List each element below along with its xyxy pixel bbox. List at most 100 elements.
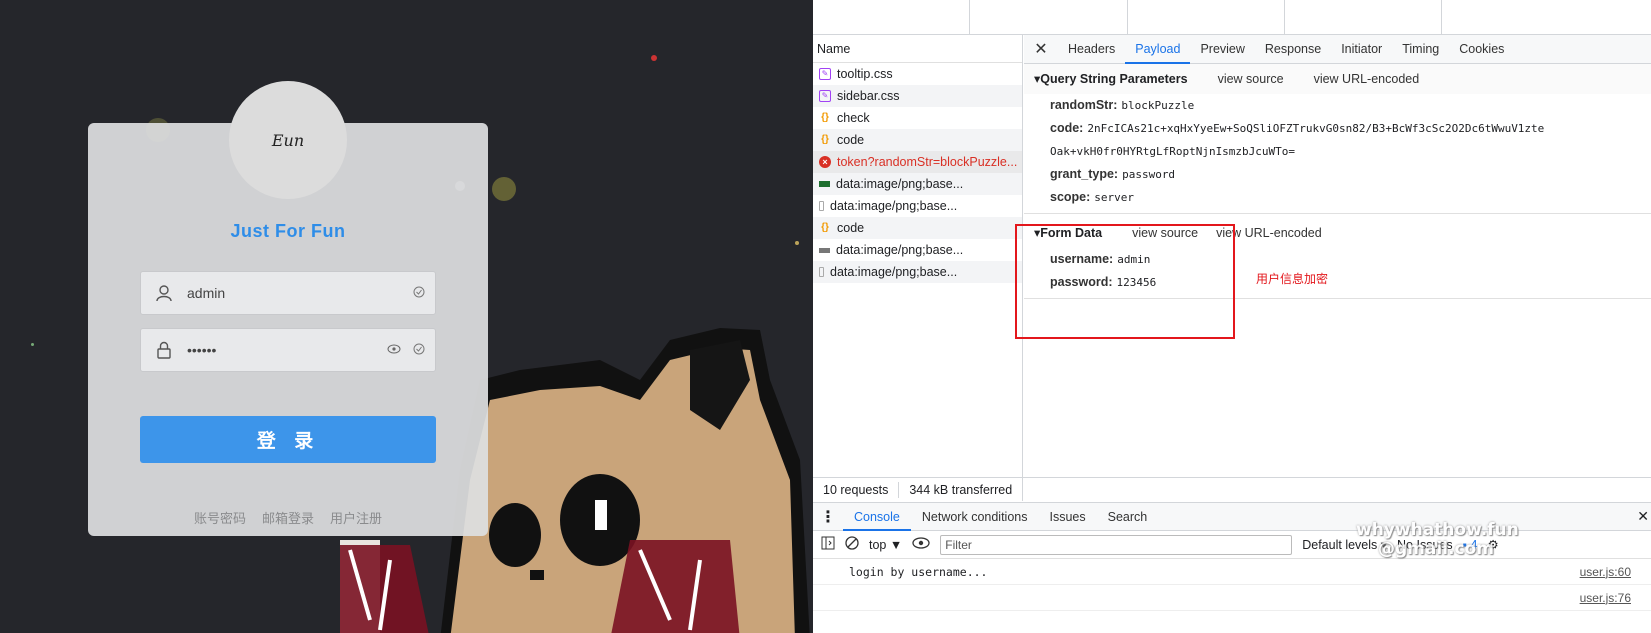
username-field[interactable]: admin: [140, 271, 436, 315]
tab-response[interactable]: Response: [1255, 35, 1331, 64]
timeline-divider: [1127, 0, 1128, 34]
request-name: code: [837, 221, 865, 235]
request-row[interactable]: ✎ sidebar.css: [813, 85, 1022, 107]
param-key: randomStr:: [1050, 98, 1118, 112]
request-name: data:image/png;base...: [836, 243, 964, 257]
source-link[interactable]: user.js:76: [1580, 591, 1631, 605]
more-menu-icon[interactable]: ⋮: [813, 507, 843, 527]
link-account-password[interactable]: 账号密码: [194, 508, 246, 527]
param-row: randomStr: blockPuzzle: [1024, 94, 1651, 117]
tab-console[interactable]: Console: [843, 503, 911, 531]
source-link[interactable]: user.js:60: [1580, 565, 1631, 579]
param-key: code:: [1050, 121, 1084, 135]
view-source-link[interactable]: view source: [1218, 64, 1284, 94]
tab-cookies[interactable]: Cookies: [1449, 35, 1514, 64]
timeline-divider: [969, 0, 970, 34]
param-row: grant_type: password: [1024, 163, 1651, 186]
bokeh-light: [492, 177, 516, 201]
brand-title: Just For Fun: [230, 221, 346, 241]
console-drawer: ⋮ Console Network conditions Issues Sear…: [813, 502, 1651, 633]
username-value[interactable]: admin: [187, 285, 413, 301]
login-button[interactable]: 登 录: [140, 416, 436, 463]
tab-headers[interactable]: Headers: [1058, 35, 1125, 64]
network-overview-timeline[interactable]: [813, 0, 1651, 35]
script-file-icon: {}: [821, 134, 829, 145]
close-drawer-icon[interactable]: ✕: [1637, 508, 1649, 525]
watermark-line: @gmail.com: [1378, 539, 1494, 559]
bokeh-light: [795, 241, 799, 245]
error-icon: ×: [819, 156, 831, 168]
console-message: login by username... user.js:60: [813, 559, 1651, 585]
timeline-divider: [1441, 0, 1442, 34]
param-value: Oak+vkH0fr0HYRtgLfRoptNjnIsmzbJcuWTo=: [1050, 145, 1296, 158]
request-row[interactable]: {} code: [813, 129, 1022, 151]
tab-initiator[interactable]: Initiator: [1331, 35, 1392, 64]
tab-network-conditions[interactable]: Network conditions: [911, 503, 1039, 531]
query-params-header[interactable]: ▾Query String Parameters view source vie…: [1024, 64, 1651, 94]
request-name: data:image/png;base...: [830, 265, 958, 279]
console-message: user.js:76: [813, 585, 1651, 611]
console-message-text: login by username...: [849, 564, 988, 579]
close-icon[interactable]: ✕: [1024, 39, 1058, 59]
request-name: tooltip.css: [837, 67, 893, 81]
request-row[interactable]: data:image/png;base...: [813, 261, 1022, 283]
column-header-name[interactable]: Name: [813, 35, 1022, 63]
transferred-size: 344 kB transferred: [909, 482, 1013, 497]
view-url-encoded-link[interactable]: view URL-encoded: [1314, 64, 1420, 94]
eye-icon[interactable]: [387, 343, 401, 358]
request-row[interactable]: data:image/png;base...: [813, 173, 1022, 195]
request-row[interactable]: data:image/png;base...: [813, 239, 1022, 261]
filter-input[interactable]: Filter: [940, 534, 1293, 555]
watermark-line: whywhathow.fun: [1356, 520, 1519, 540]
link-email-login[interactable]: 邮箱登录: [262, 508, 314, 527]
param-value: 2nFcICAs21c+xqHxYyeEw+SoQSliOFZTrukvG0sn…: [1087, 122, 1545, 135]
request-name: data:image/png;base...: [830, 199, 958, 213]
sidebar-toggle-icon[interactable]: [821, 536, 835, 553]
tab-payload[interactable]: Payload: [1125, 35, 1191, 64]
image-file-icon: [819, 267, 824, 277]
param-row: Oak+vkH0fr0HYRtgLfRoptNjnIsmzbJcuWTo=: [1024, 140, 1651, 163]
request-name: code: [837, 133, 865, 147]
timeline-divider: [1284, 0, 1285, 34]
request-row[interactable]: {} code: [813, 217, 1022, 239]
highlight-box: [1015, 224, 1235, 339]
tab-timing[interactable]: Timing: [1392, 35, 1449, 64]
network-summary: 10 requests 344 kB transferred: [813, 477, 1651, 501]
watermark: whywhathow.fun @gmail.com: [1356, 521, 1519, 559]
valid-check-icon: [413, 286, 425, 301]
clear-console-icon[interactable]: [845, 536, 859, 553]
param-row: scope: server: [1024, 186, 1651, 209]
request-row[interactable]: data:image/png;base...: [813, 195, 1022, 217]
section-divider: [1024, 213, 1651, 214]
tab-issues[interactable]: Issues: [1038, 503, 1096, 531]
annotation-text: 用户信息加密: [1256, 272, 1329, 286]
logo-avatar: Eun: [229, 81, 347, 199]
password-field[interactable]: ••••••: [140, 328, 436, 372]
request-name: sidebar.css: [837, 89, 900, 103]
valid-check-icon: [413, 343, 425, 358]
param-key: grant_type:: [1050, 167, 1119, 181]
css-file-icon: ✎: [819, 68, 831, 80]
tab-search[interactable]: Search: [1097, 503, 1159, 531]
devtools-panel: Name ✎ tooltip.css ✎ sidebar.css {} check {} co…: [813, 0, 1651, 633]
request-count: 10 requests: [823, 482, 889, 497]
password-value[interactable]: ••••••: [187, 342, 387, 358]
section-title: ▾Query String Parameters: [1034, 72, 1188, 86]
login-mode-links: 账号密码 邮箱登录 用户注册: [88, 508, 488, 527]
bokeh-light: [651, 55, 657, 61]
drawer-tabs: ⋮ Console Network conditions Issues Sear…: [813, 503, 1651, 531]
image-file-icon: [819, 181, 830, 187]
image-file-icon: [819, 247, 830, 253]
link-register[interactable]: 用户注册: [330, 508, 382, 527]
script-file-icon: {}: [821, 222, 829, 233]
script-file-icon: {}: [821, 112, 829, 123]
request-row[interactable]: × token?randomStr=blockPuzzle...: [813, 151, 1022, 173]
tab-preview[interactable]: Preview: [1190, 35, 1254, 64]
request-row[interactable]: ✎ tooltip.css: [813, 63, 1022, 85]
detail-tabs: ✕ Headers Payload Preview Response Initi…: [1024, 35, 1651, 64]
context-selector[interactable]: top ▼: [869, 538, 902, 552]
param-row: code: 2nFcICAs21c+xqHxYyeEw+SoQSliOFZTruk…: [1024, 117, 1651, 140]
request-row[interactable]: {} check: [813, 107, 1022, 129]
live-expression-eye-icon[interactable]: [912, 537, 930, 552]
user-icon: [141, 284, 187, 302]
